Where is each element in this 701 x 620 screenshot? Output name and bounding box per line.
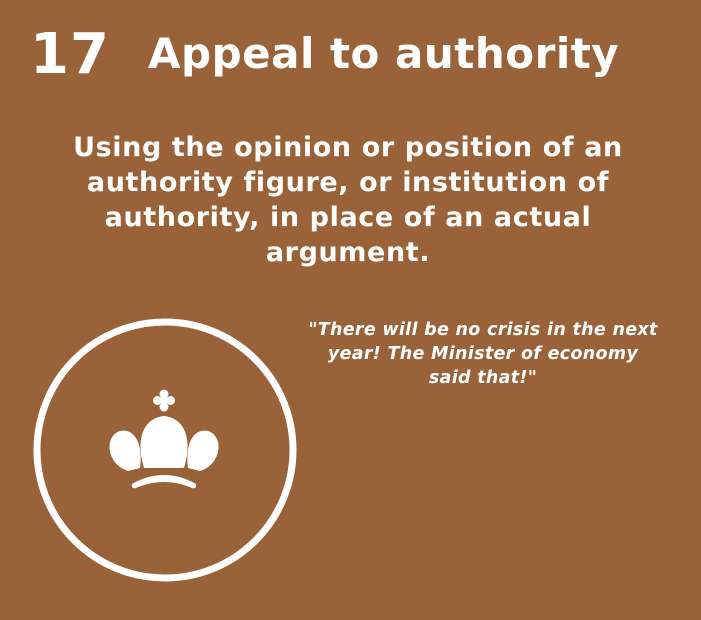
fallacy-number: 17 [30,22,110,87]
fallacy-example-quote: "There will be no crisis in the next yea… [308,320,658,388]
fallacy-definition: Using the opinion or position of an auth… [73,132,623,268]
fallacy-card: 17 Appeal to authority Using the opinion… [0,0,701,620]
emblem-circle [32,318,298,584]
crown-icon [33,318,297,582]
fallacy-title: Appeal to authority [148,29,620,78]
